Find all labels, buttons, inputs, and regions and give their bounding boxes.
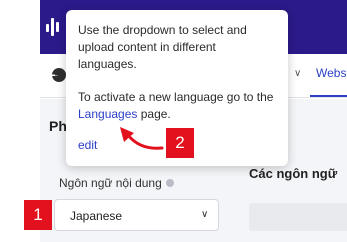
pie-chart-icon[interactable]: [52, 68, 66, 82]
content-language-select[interactable]: Japanese ∨: [54, 199, 219, 231]
chevron-down-icon: ∨: [201, 209, 209, 220]
chevron-down-icon[interactable]: ∨: [294, 68, 301, 79]
languages-page-link[interactable]: Languages: [78, 107, 137, 121]
callout-badge-1: 1: [24, 200, 52, 230]
nav-link-website[interactable]: Websi: [316, 66, 347, 80]
tooltip-text-after-link: page.: [137, 107, 171, 121]
page-title: Ph: [49, 118, 67, 134]
info-icon[interactable]: [165, 179, 174, 187]
tooltip-paragraph-languages: To activate a new language go to the Lan…: [78, 89, 276, 123]
callout-badge-2: 2: [166, 128, 194, 158]
tooltip-edit-link[interactable]: edit: [78, 138, 97, 152]
bar-logo-icon[interactable]: [46, 18, 64, 36]
active-tab-indicator: [310, 95, 347, 97]
languages-panel-box: [249, 203, 347, 231]
callout-arrow-icon: [120, 127, 164, 150]
content-language-label: Ngôn ngữ nội dung: [59, 176, 174, 190]
content-language-label-text: Ngôn ngữ nội dung: [59, 176, 162, 190]
languages-panel-title: Các ngôn ngữ: [249, 166, 338, 181]
tooltip-text-before-link: To activate a new language go to the: [78, 90, 274, 104]
tooltip-paragraph-dropdown: Use the dropdown to select and upload co…: [78, 23, 247, 71]
selected-language: Japanese: [70, 209, 123, 223]
